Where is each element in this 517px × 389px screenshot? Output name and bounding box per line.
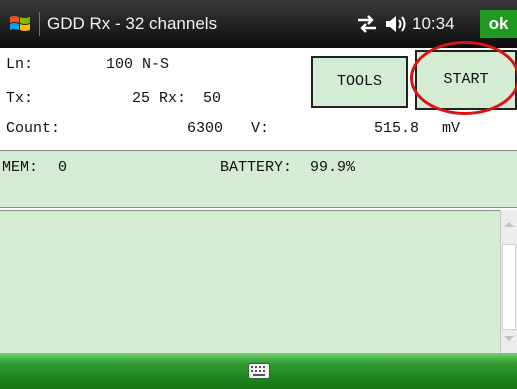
volume-icon[interactable] bbox=[384, 13, 410, 35]
scroll-thumb[interactable] bbox=[502, 244, 516, 330]
title-bar: GDD Rx - 32 channels 10:34 ok bbox=[0, 0, 517, 48]
ln-value: 100 N-S bbox=[106, 56, 170, 73]
v-unit: mV bbox=[442, 120, 461, 137]
scroll-down-arrow-icon[interactable] bbox=[504, 336, 514, 341]
windows-start-icon[interactable] bbox=[8, 12, 32, 36]
mem-label: MEM: bbox=[2, 159, 39, 176]
keyboard-icon[interactable] bbox=[248, 363, 270, 379]
tools-button[interactable]: TOOLS bbox=[311, 56, 408, 108]
tx-value: 25 bbox=[132, 90, 151, 107]
clock[interactable]: 10:34 bbox=[412, 12, 455, 36]
v-value: 515.8 bbox=[374, 120, 420, 137]
output-list[interactable] bbox=[0, 210, 517, 353]
ok-button[interactable]: ok bbox=[480, 10, 517, 38]
battery-value: 99.9% bbox=[310, 159, 356, 176]
status-bar: MEM: 0 BATTERY: 99.9% bbox=[0, 150, 517, 208]
count-value: 6300 bbox=[187, 120, 224, 137]
count-label: Count: bbox=[6, 120, 61, 137]
scroll-up-arrow-icon[interactable] bbox=[504, 222, 514, 227]
ln-label: Ln: bbox=[6, 56, 34, 73]
vertical-scrollbar[interactable] bbox=[500, 210, 517, 353]
app-title: GDD Rx - 32 channels bbox=[47, 14, 218, 33]
rx-value: 50 bbox=[203, 90, 222, 107]
v-label: V: bbox=[251, 120, 270, 137]
battery-label: BATTERY: bbox=[220, 159, 293, 176]
tx-label: Tx: bbox=[6, 90, 34, 107]
start-button[interactable]: START bbox=[415, 50, 517, 110]
connectivity-icon[interactable] bbox=[355, 14, 379, 34]
mem-value: 0 bbox=[58, 159, 68, 176]
rx-label: Rx: bbox=[159, 90, 187, 107]
title-divider bbox=[39, 12, 40, 36]
app-window: GDD Rx - 32 channels 10:34 ok Ln: 100 N-… bbox=[0, 0, 517, 389]
